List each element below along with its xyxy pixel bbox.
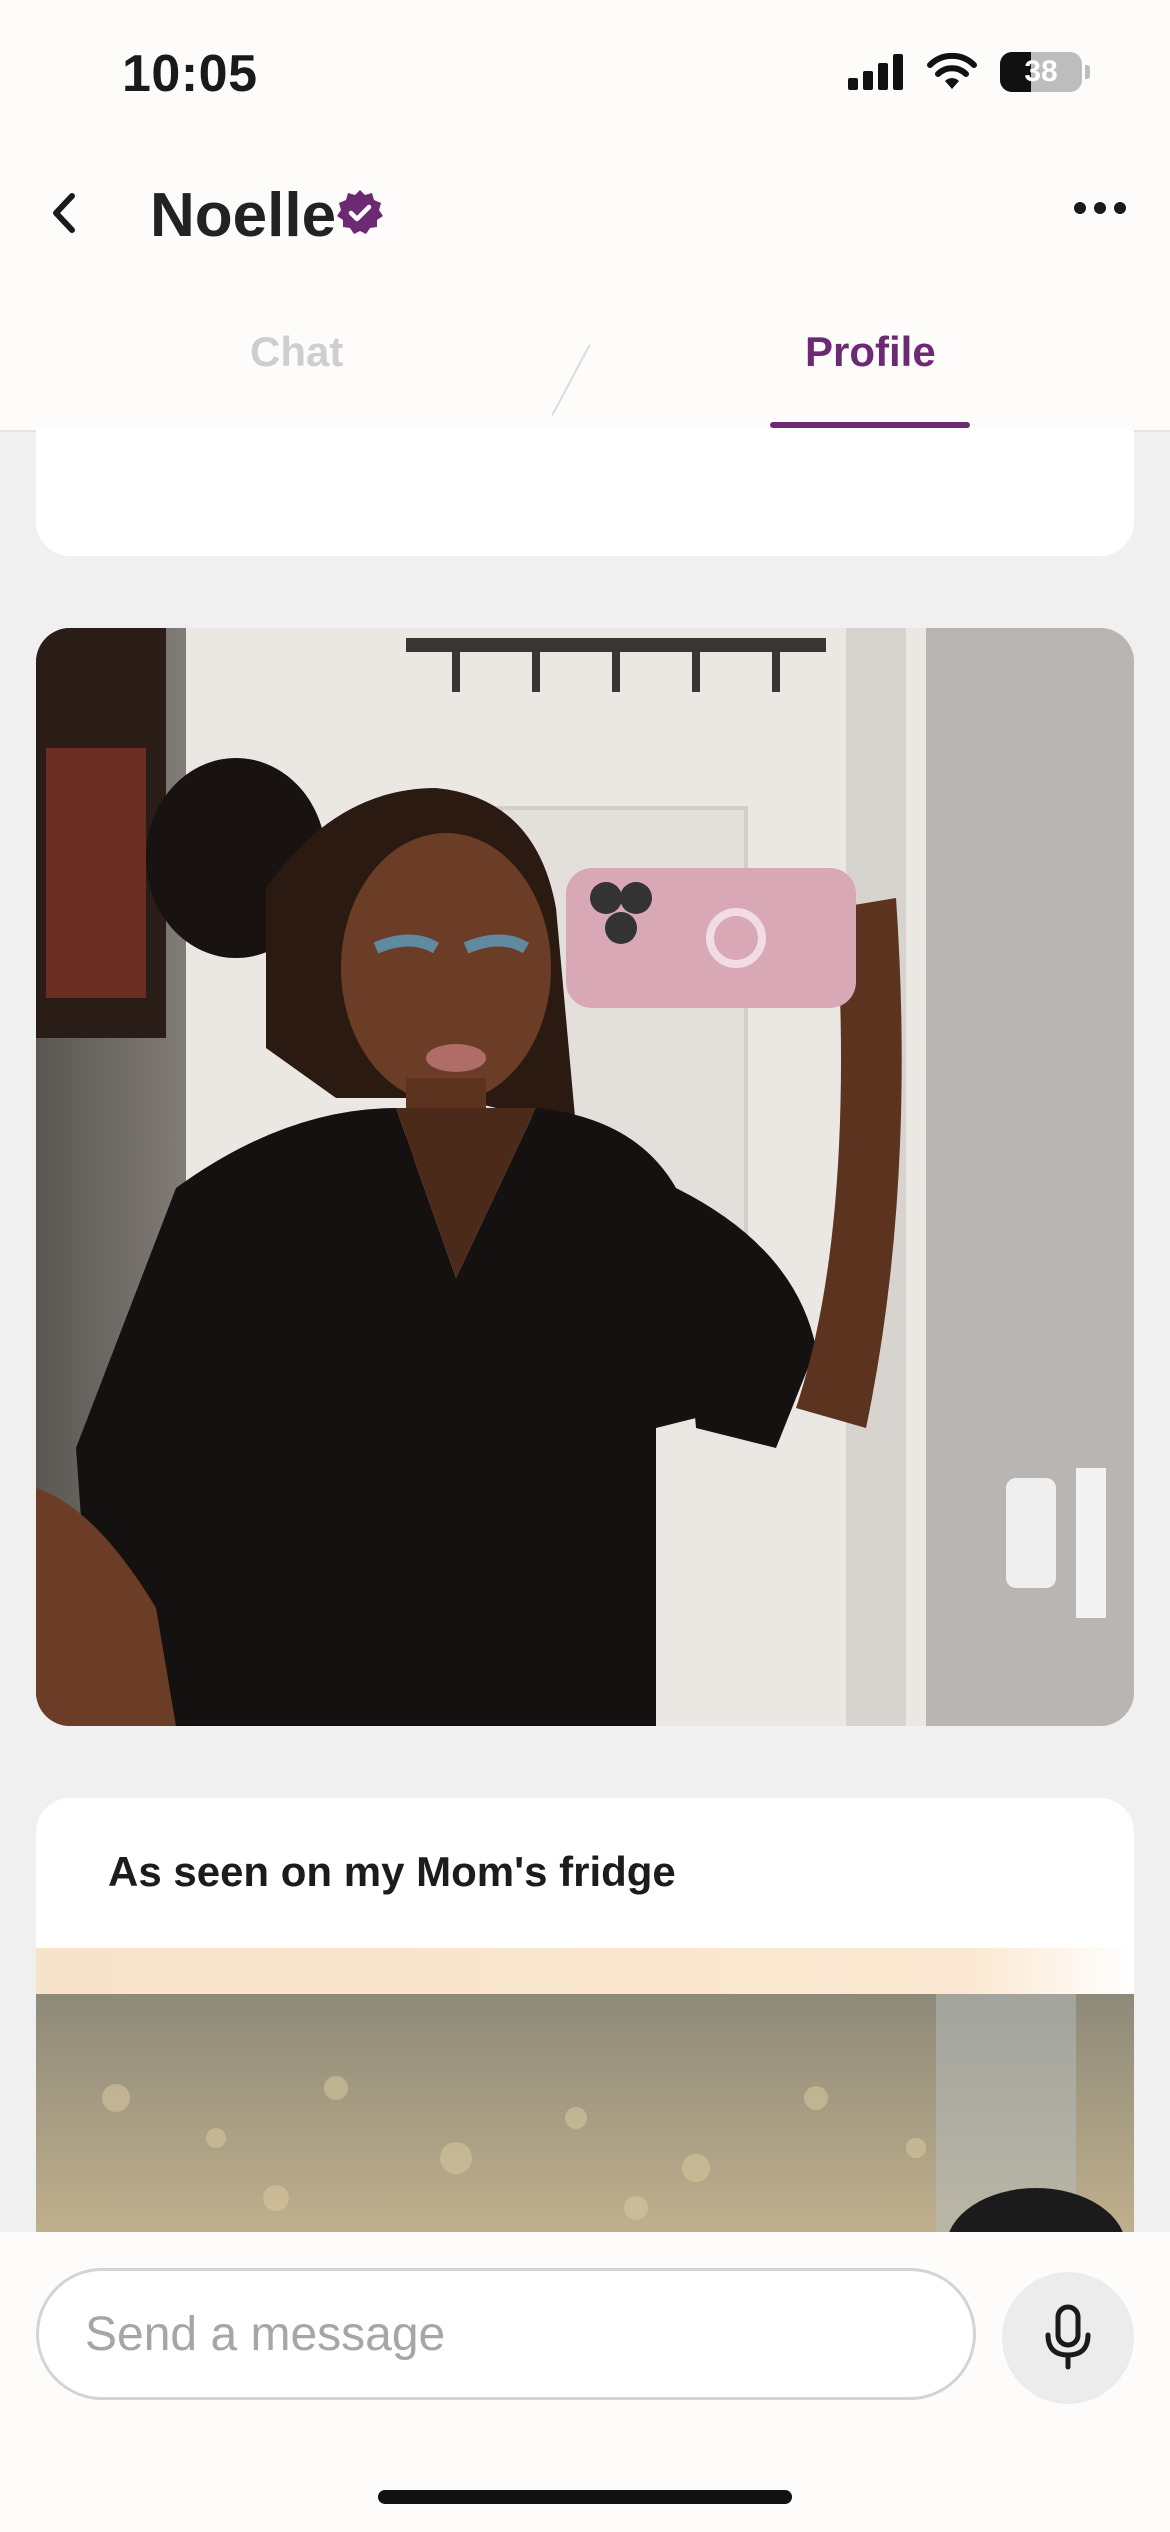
tab-chat[interactable]: Chat [250, 328, 343, 376]
home-indicator [378, 2490, 792, 2504]
wifi-icon [927, 53, 977, 89]
tab-profile[interactable]: Profile [805, 328, 936, 376]
tab-divider [551, 344, 591, 416]
microphone-icon [1045, 2304, 1091, 2370]
verified-badge-icon [337, 190, 383, 234]
status-time: 10:05 [122, 45, 258, 103]
photo-illustration [36, 628, 1134, 1726]
match-name: Noelle [150, 181, 337, 250]
chat-header: Noelle [0, 150, 1170, 280]
voice-message-button[interactable] [1002, 2272, 1134, 2404]
prompt-card: As seen on my Mom's fridge [36, 1798, 1134, 2238]
status-icons: 38 [848, 52, 1090, 92]
prompt-question: As seen on my Mom's fridge [108, 1848, 676, 1895]
battery-nub [1085, 65, 1090, 79]
battery-indicator: 38 [1000, 52, 1082, 92]
more-horizontal-icon[interactable] [1070, 188, 1130, 228]
battery-level: 38 [1024, 55, 1058, 88]
prompt-photo[interactable] [36, 1948, 1134, 2238]
profile-card-previous [36, 430, 1134, 556]
status-bar: 10:05 38 [0, 0, 1170, 150]
profile-photo[interactable] [36, 628, 1134, 1726]
active-tab-indicator [770, 422, 970, 428]
message-input[interactable] [36, 2268, 976, 2400]
chevron-left-icon[interactable] [40, 188, 90, 238]
cellular-signal-icon [848, 54, 903, 90]
tab-bar: Chat Profile [0, 280, 1170, 432]
message-composer [0, 2232, 1170, 2532]
